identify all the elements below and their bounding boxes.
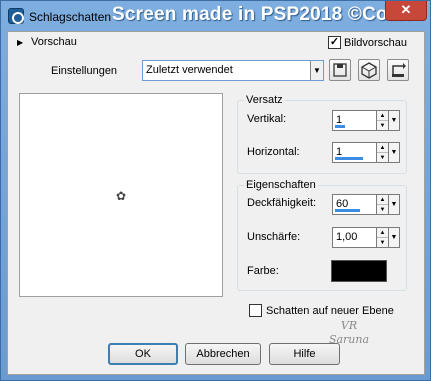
- image-preview-checkbox[interactable]: ✓: [328, 36, 341, 49]
- cancel-button[interactable]: Abbrechen: [185, 343, 261, 365]
- vertical-input[interactable]: 1: [332, 110, 377, 131]
- vertical-stepper[interactable]: 1 ▲ ▼ ▼: [332, 110, 400, 131]
- save-icon: [333, 63, 347, 77]
- offset-group-title: Versatz: [244, 94, 285, 106]
- properties-group-title: Eigenschaften: [244, 179, 318, 191]
- chevron-down-icon[interactable]: ▼: [389, 142, 400, 163]
- horizontal-label: Horizontal:: [247, 146, 300, 158]
- horizontal-input[interactable]: 1: [332, 142, 377, 163]
- close-button[interactable]: ✕: [385, 1, 427, 21]
- preview-cursor-icon: ✿: [116, 189, 127, 203]
- color-label: Farbe:: [247, 265, 279, 277]
- blur-spin-buttons[interactable]: ▲ ▼: [377, 227, 389, 248]
- triangle-right-icon[interactable]: ▶: [17, 38, 23, 47]
- dialog-window: Schlagschatten Screen made in PSP2018 ©C…: [0, 0, 431, 381]
- chevron-down-icon[interactable]: ▼: [389, 110, 400, 131]
- opacity-input[interactable]: 60: [332, 194, 377, 215]
- blur-label: Unschärfe:: [247, 231, 301, 243]
- title-bar[interactable]: Schlagschatten Screen made in PSP2018 ©C…: [1, 1, 430, 31]
- blur-input[interactable]: 1,00: [332, 227, 377, 248]
- chevron-down-icon[interactable]: ▼: [389, 227, 400, 248]
- image-preview-label: Bildvorschau: [344, 37, 407, 49]
- reset-icon: [392, 63, 406, 77]
- shadow-color-swatch[interactable]: [331, 260, 387, 282]
- settings-label: Einstellungen: [51, 65, 118, 77]
- horizontal-spin-buttons[interactable]: ▲ ▼: [377, 142, 389, 163]
- watermark-text: Screen made in PSP2018 ©Corel: [112, 4, 412, 25]
- horizontal-stepper[interactable]: 1 ▲ ▼ ▼: [332, 142, 400, 163]
- settings-select-value: Zuletzt verwendet: [146, 64, 233, 76]
- chevron-down-icon[interactable]: ▼: [389, 194, 400, 215]
- preview-pane[interactable]: ✿: [19, 93, 223, 297]
- ok-button[interactable]: OK: [108, 343, 178, 365]
- blur-stepper[interactable]: 1,00 ▲ ▼ ▼: [332, 227, 400, 248]
- window-title: Schlagschatten: [29, 10, 112, 24]
- opacity-spin-buttons[interactable]: ▲ ▼: [377, 194, 389, 215]
- chevron-down-icon[interactable]: ▼: [310, 61, 323, 80]
- resource-manager-button[interactable]: [358, 59, 380, 81]
- new-layer-checkbox[interactable]: [249, 304, 262, 317]
- opacity-stepper[interactable]: 60 ▲ ▼ ▼: [332, 194, 400, 215]
- app-icon: [8, 8, 24, 24]
- settings-select[interactable]: Zuletzt verwendet ▼: [142, 60, 324, 81]
- close-icon: ✕: [400, 2, 412, 17]
- help-button[interactable]: Hilfe: [269, 343, 340, 365]
- new-layer-label: Schatten auf neuer Ebene: [266, 305, 394, 317]
- reset-defaults-button[interactable]: [387, 59, 409, 81]
- vertical-label: Vertikal:: [247, 113, 287, 125]
- vertical-spin-buttons[interactable]: ▲ ▼: [377, 110, 389, 131]
- preview-toggle-label[interactable]: Vorschau: [31, 36, 77, 48]
- save-preset-button[interactable]: [329, 59, 351, 81]
- cube-icon: [361, 62, 377, 79]
- opacity-label: Deckfähigkeit:: [247, 197, 317, 209]
